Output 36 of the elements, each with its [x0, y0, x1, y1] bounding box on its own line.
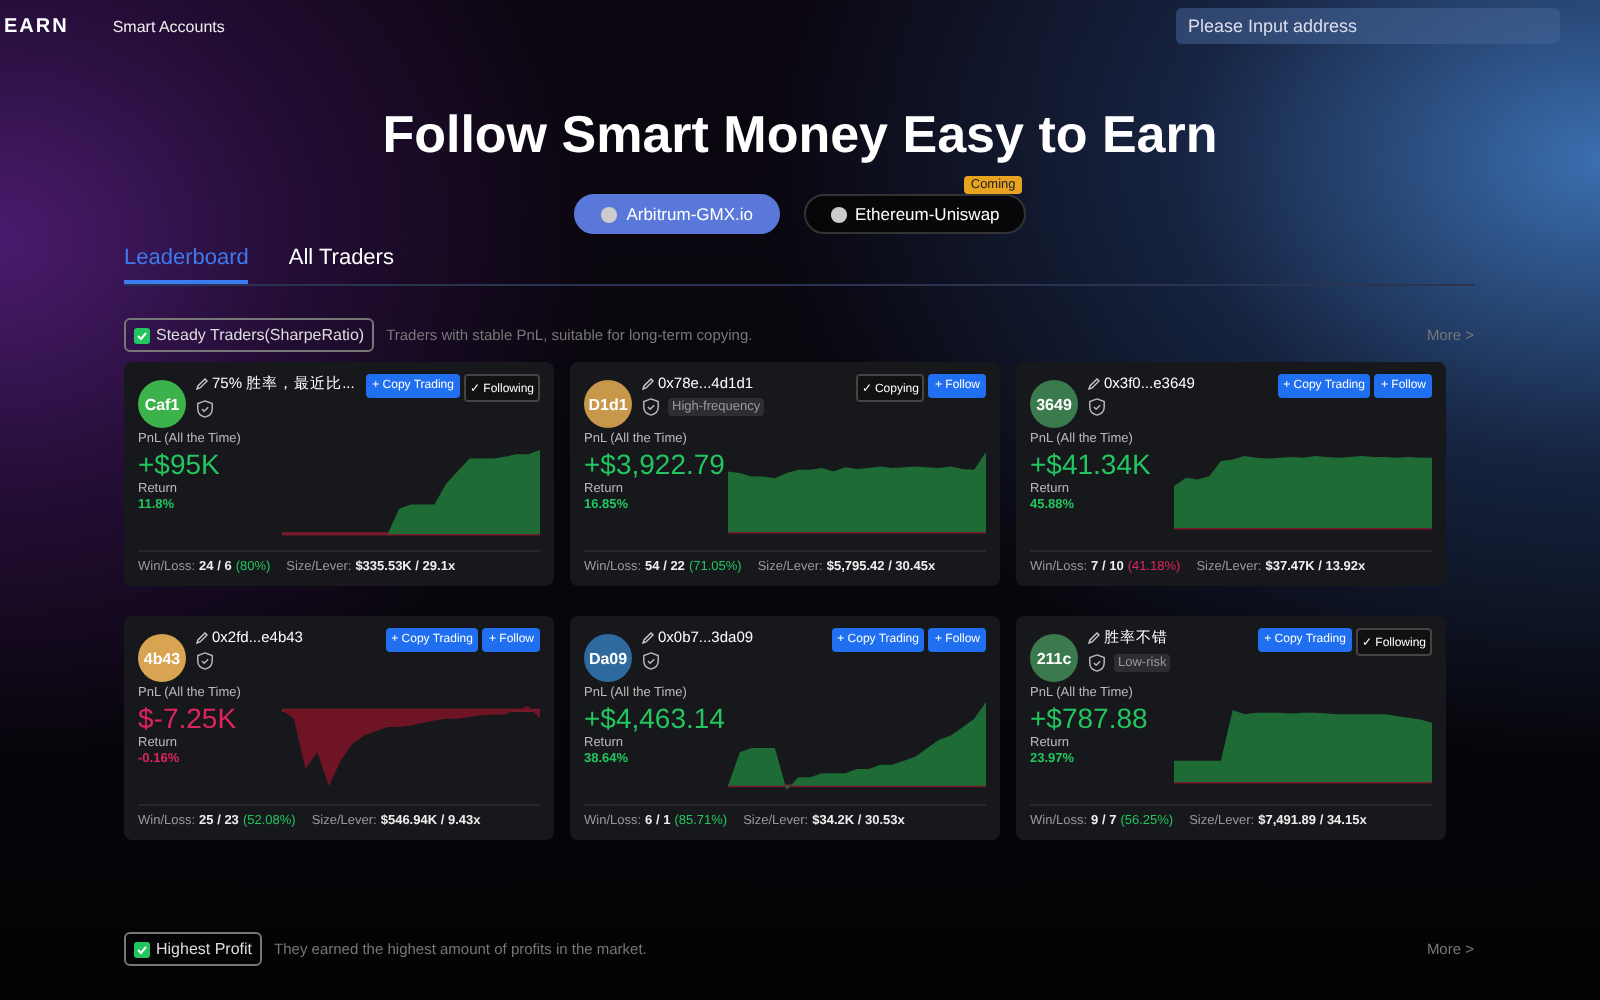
shield-icon — [196, 652, 214, 670]
pencil-icon[interactable] — [1088, 632, 1100, 644]
avatar: Da09 — [584, 634, 632, 682]
shield-icon — [642, 652, 660, 670]
pnl-value: +$41.34K — [1030, 448, 1153, 480]
check-icon — [134, 327, 150, 343]
shield-icon — [1088, 398, 1106, 416]
logo[interactable]: EARN — [4, 15, 69, 37]
avatar: 4b43 — [138, 634, 186, 682]
pencil-icon[interactable] — [642, 631, 654, 643]
avatar: 211c — [1030, 634, 1078, 682]
pencil-icon[interactable] — [196, 631, 208, 643]
pencil-icon[interactable] — [196, 378, 208, 390]
avatar: D1d1 — [584, 380, 632, 428]
pnl-value: $-7.25K — [138, 702, 239, 734]
hero-title: Follow Smart Money Easy to Earn — [380, 104, 1220, 166]
shield-icon — [642, 398, 660, 416]
search-field[interactable]: Please Input address — [1176, 8, 1560, 44]
shield-icon — [1088, 654, 1106, 672]
pnl-value: +$787.88 — [1030, 702, 1150, 734]
shield-icon — [196, 400, 214, 418]
chain-button[interactable]: Ethereum-Uniswap — [803, 194, 1026, 234]
section-title: Steady Traders(SharpeRatio) — [156, 326, 365, 344]
tab[interactable]: All Traders — [288, 238, 394, 284]
chain-button[interactable]: Arbitrum-GMX.io — [574, 194, 779, 234]
avatar: 3649 — [1030, 380, 1078, 428]
tab[interactable]: Leaderboard — [124, 238, 249, 284]
pencil-icon[interactable] — [1088, 377, 1100, 389]
pnl-value: +$4,463.14 — [584, 702, 727, 734]
section-title: Highest Profit — [156, 940, 253, 958]
nav-link[interactable]: Smart Accounts — [112, 17, 225, 35]
pencil-icon[interactable] — [642, 377, 654, 389]
pnl-value: +$3,922.79 — [584, 448, 727, 480]
check-icon — [134, 941, 150, 957]
avatar: Caf1 — [138, 380, 186, 428]
pnl-value: +$95K — [138, 448, 222, 480]
